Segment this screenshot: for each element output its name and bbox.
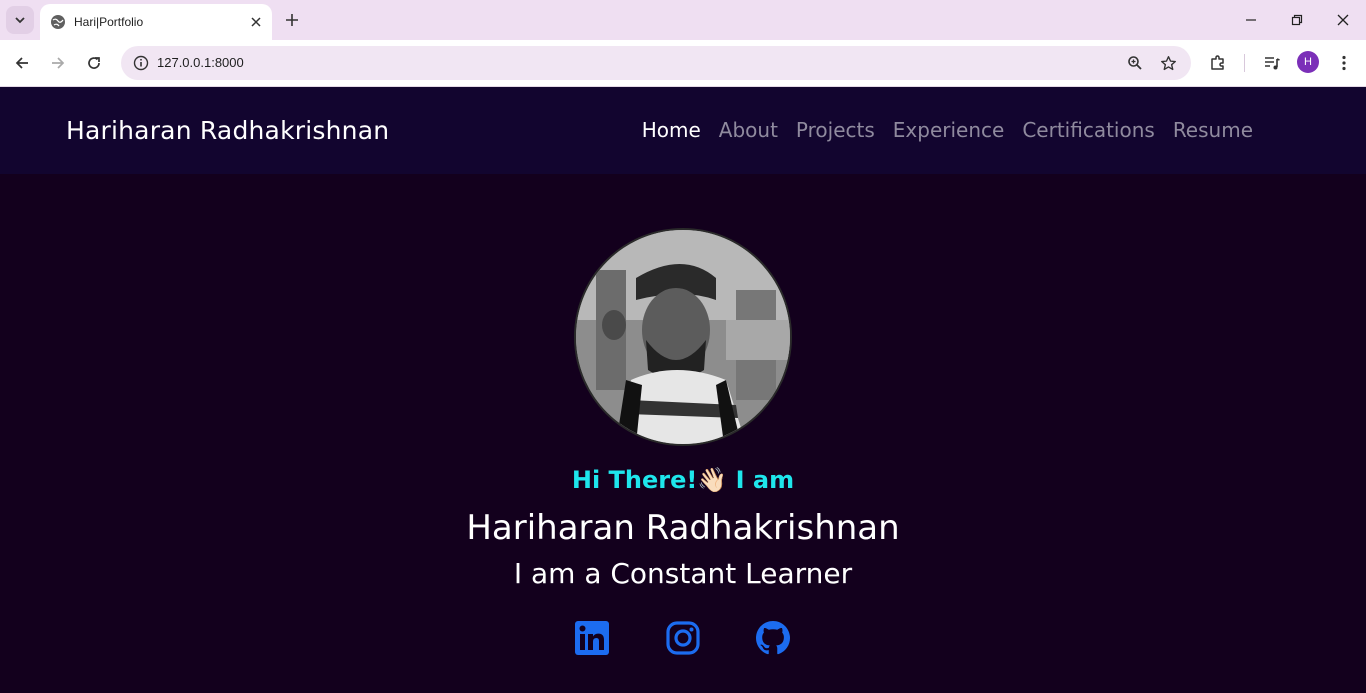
forward-button[interactable] [43, 48, 73, 78]
waving-hand-icon: 👋🏻 [697, 466, 728, 494]
close-icon [1337, 14, 1349, 26]
tab-close-button[interactable] [244, 10, 268, 34]
globe-icon [51, 15, 65, 29]
back-button[interactable] [7, 48, 37, 78]
nav-link-home[interactable]: Home [642, 118, 701, 142]
greeting-prefix: Hi There! [571, 466, 698, 494]
nav-link-experience[interactable]: Experience [893, 118, 1005, 142]
new-tab-button[interactable] [280, 8, 304, 32]
playlist-music-icon [1265, 57, 1280, 70]
minimize-icon [1246, 19, 1256, 21]
hero-greeting: Hi There!👋🏻 I am [0, 466, 1366, 494]
hero-name: Hariharan Radhakrishnan [466, 508, 900, 548]
browser-toolbar: 127.0.0.1:8000 H [0, 40, 1366, 87]
nav-link-about[interactable]: About [719, 118, 778, 142]
hero-section: Hi There!👋🏻 I am Hariharan Radhakrishnan… [0, 174, 1366, 693]
browser-tab[interactable]: Hari|Portfolio [40, 4, 272, 40]
browser-menu-button[interactable] [1330, 49, 1358, 77]
restore-icon [1291, 14, 1303, 26]
close-window-button[interactable] [1320, 0, 1366, 40]
plus-icon [286, 14, 298, 26]
greeting-suffix: I am [735, 466, 795, 494]
nav-link-certifications[interactable]: Certifications [1022, 118, 1154, 142]
minimize-button[interactable] [1228, 0, 1274, 40]
browser-tabstrip: Hari|Portfolio [0, 0, 1366, 40]
close-icon [251, 17, 261, 27]
puzzle-icon [1211, 55, 1224, 70]
more-vertical-icon [1342, 55, 1346, 71]
instagram-icon [666, 621, 700, 655]
bookmark-star-icon[interactable] [1156, 51, 1180, 75]
github-link[interactable] [755, 620, 791, 656]
social-links [574, 620, 794, 656]
zoom-icon[interactable] [1123, 51, 1147, 75]
profile-avatar[interactable]: H [1297, 51, 1319, 73]
instagram-link[interactable] [665, 620, 701, 656]
site-info-icon[interactable] [129, 51, 153, 75]
reload-icon [88, 57, 100, 69]
tab-search-button[interactable] [6, 6, 34, 34]
linkedin-icon [575, 621, 609, 655]
site-brand[interactable]: Hariharan Radhakrishnan [66, 116, 389, 145]
extensions-button[interactable] [1204, 49, 1232, 77]
linkedin-link[interactable] [574, 620, 610, 656]
address-bar[interactable]: 127.0.0.1:8000 [121, 46, 1191, 80]
profile-photo [574, 228, 792, 446]
arrow-left-icon [15, 57, 28, 69]
chevron-down-icon [15, 17, 25, 24]
restore-button[interactable] [1274, 0, 1320, 40]
url-text: 127.0.0.1:8000 [157, 55, 244, 70]
toolbar-separator [1244, 54, 1245, 72]
site-navbar: Hariharan Radhakrishnan Home About Proje… [0, 87, 1366, 174]
nav-links: Home About Projects Experience Certifica… [642, 118, 1253, 142]
nav-link-projects[interactable]: Projects [796, 118, 875, 142]
arrow-right-icon [52, 57, 65, 69]
hero-tagline: I am a Constant Learner [513, 557, 853, 590]
media-controls-button[interactable] [1258, 49, 1286, 77]
tab-title: Hari|Portfolio [74, 15, 144, 29]
github-icon [756, 621, 790, 655]
nav-link-resume[interactable]: Resume [1173, 118, 1253, 142]
reload-button[interactable] [79, 48, 109, 78]
